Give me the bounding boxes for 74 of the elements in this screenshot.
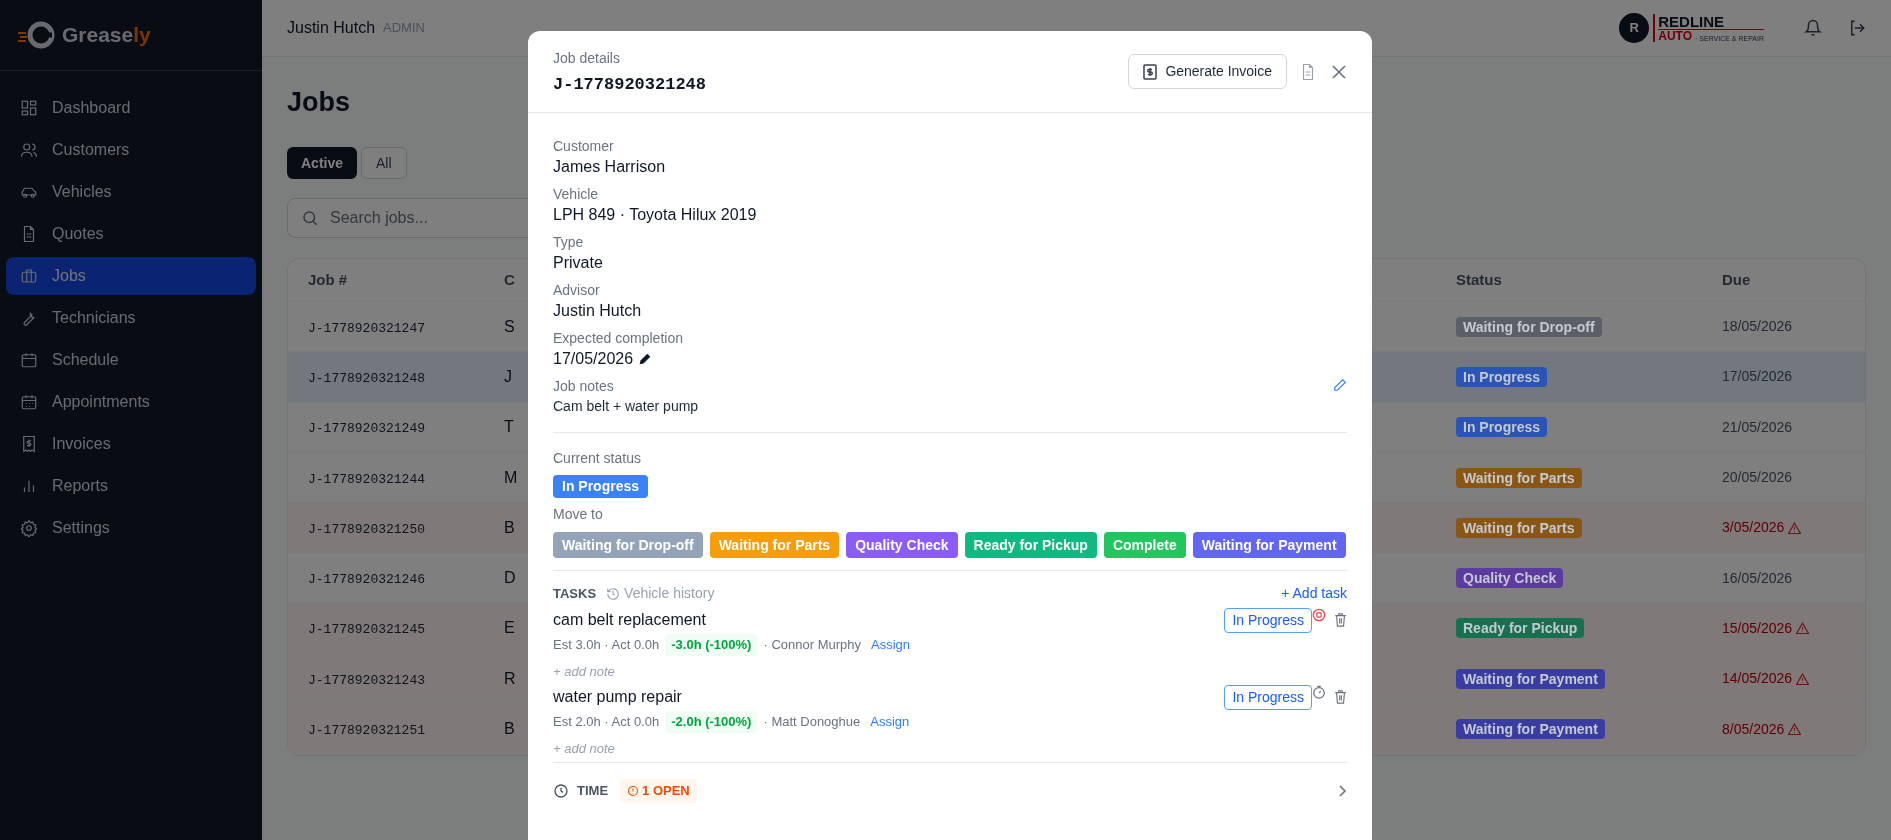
job-number: J-1778920321249 — [308, 421, 426, 437]
task-title: water pump repair — [553, 687, 683, 707]
brand-sub: AUTO — [1658, 30, 1692, 42]
job-number: J-1778920321243 — [308, 672, 426, 688]
field-label: Expected completion — [553, 329, 684, 348]
technician-name: · Connor Murphy — [763, 636, 861, 654]
column-header: Due — [1722, 270, 1751, 288]
page-title: Jobs — [287, 86, 352, 119]
due-date: 14/05/2026 — [1722, 669, 1793, 689]
due-date: 20/05/2026 — [1722, 468, 1793, 488]
status-badge: In Progress — [1456, 417, 1548, 438]
status-badge: Waiting for Payment — [1456, 668, 1605, 689]
status-badge: Quality Check — [1456, 568, 1564, 589]
field-label: Type — [553, 233, 585, 252]
task-title: cam belt replacement — [553, 610, 707, 630]
table-cell: S — [504, 317, 515, 335]
table-cell: E — [504, 619, 515, 637]
job-number: J-1778920321248 — [553, 74, 707, 96]
table-cell: B — [504, 720, 515, 737]
status-badge: In Progress — [1456, 366, 1548, 387]
field-label: Vehicle — [553, 185, 600, 204]
task-hours: Est 3.0h · Act 0.0h — [553, 636, 660, 654]
due-date: 18/05/2026 — [1722, 317, 1793, 337]
due-date: 15/05/2026 — [1722, 618, 1793, 638]
field-label: Advisor — [553, 281, 601, 300]
job-number: J-1778920321246 — [308, 572, 426, 588]
due-date: 17/05/2026 — [1722, 367, 1793, 387]
due-date: 3/05/2026 — [1722, 518, 1785, 538]
brand-badge: R — [1619, 13, 1650, 43]
table-cell: T — [504, 418, 514, 436]
job-number: J-1778920321250 — [308, 521, 426, 537]
field-value: LPH 849 · Toyota Hilux 2019 — [553, 205, 757, 225]
table-cell: M — [504, 468, 518, 486]
job-notes: Cam belt + water pump — [553, 397, 699, 416]
field-label: Move to — [553, 505, 604, 524]
field-value: James Harrison — [553, 157, 666, 177]
brand-name: REDLINE — [1658, 14, 1764, 30]
table-cell: R — [504, 669, 516, 687]
job-number: J-1778920321244 — [308, 471, 426, 487]
section-heading: TIME — [577, 782, 609, 800]
status-badge: Waiting for Payment — [1456, 719, 1605, 739]
status-badge: Waiting for Drop-off — [1456, 316, 1602, 337]
due-date: 8/05/2026 — [1722, 719, 1785, 739]
job-number: J-1778920321247 — [308, 320, 426, 336]
field-value: 17/05/2026 — [553, 349, 634, 369]
column-header: C — [504, 270, 515, 288]
status-badge: Ready for Pickup — [1456, 618, 1585, 639]
open-time-badge: 1 OPEN — [620, 779, 697, 803]
section-heading: TASKS — [553, 584, 597, 603]
field-label: Current status — [553, 449, 642, 468]
table-cell: J — [504, 367, 512, 385]
status-badge: In Progress — [553, 475, 649, 498]
task-hours: Est 2.0h · Act 0.0h — [553, 713, 660, 731]
column-header: Job # — [308, 270, 348, 288]
modal-subtitle: Job details — [553, 49, 621, 68]
job-number: J-1778920321245 — [308, 622, 426, 638]
table-cell: D — [504, 569, 516, 587]
user-name: Justin Hutch — [287, 18, 376, 38]
field-label: Customer — [553, 137, 615, 156]
column-header: Status — [1456, 270, 1502, 288]
variance-badge: -2.0h (-100%) — [665, 711, 758, 733]
job-number: J-1778920321248 — [308, 370, 426, 386]
variance-badge: -3.0h (-100%) — [665, 634, 758, 656]
table-cell: B — [504, 518, 515, 536]
app-logo-text: Greasely — [62, 22, 151, 49]
job-number: J-1778920321251 — [308, 723, 426, 738]
field-label: Job notes — [553, 377, 615, 396]
due-date: 16/05/2026 — [1722, 568, 1793, 588]
status-badge: Waiting for Parts — [1456, 467, 1582, 488]
field-value: Justin Hutch — [553, 301, 642, 321]
technician-name: · Matt Donoghue — [763, 713, 861, 731]
due-date: 21/05/2026 — [1722, 417, 1793, 437]
status-badge: Waiting for Parts — [1456, 517, 1582, 538]
field-value: Private — [553, 253, 603, 273]
